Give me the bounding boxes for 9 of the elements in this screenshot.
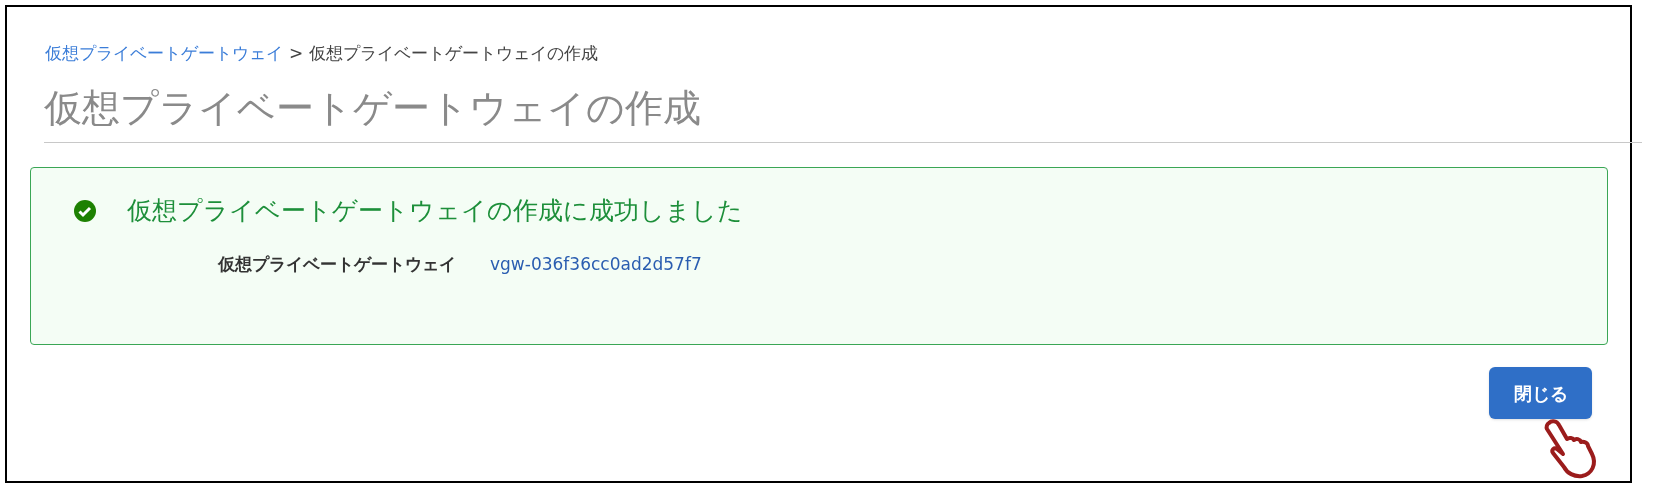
- breadcrumb-link[interactable]: 仮想プライベートゲートウェイ: [45, 41, 283, 67]
- success-message: 仮想プライベートゲートウェイの作成に成功しました: [127, 195, 743, 227]
- close-button[interactable]: 閉じる: [1489, 367, 1592, 419]
- check-circle-icon: [73, 198, 97, 223]
- breadcrumb-current: 仮想プライベートゲートウェイの作成: [309, 42, 599, 65]
- gateway-id-link[interactable]: vgw-036f36cc0ad2d57f7: [490, 251, 702, 277]
- breadcrumb-separator: >: [289, 42, 304, 65]
- page-title: 仮想プライベートゲートウェイの作成: [44, 84, 702, 132]
- field-label: 仮想プライベートゲートウェイ: [218, 252, 456, 276]
